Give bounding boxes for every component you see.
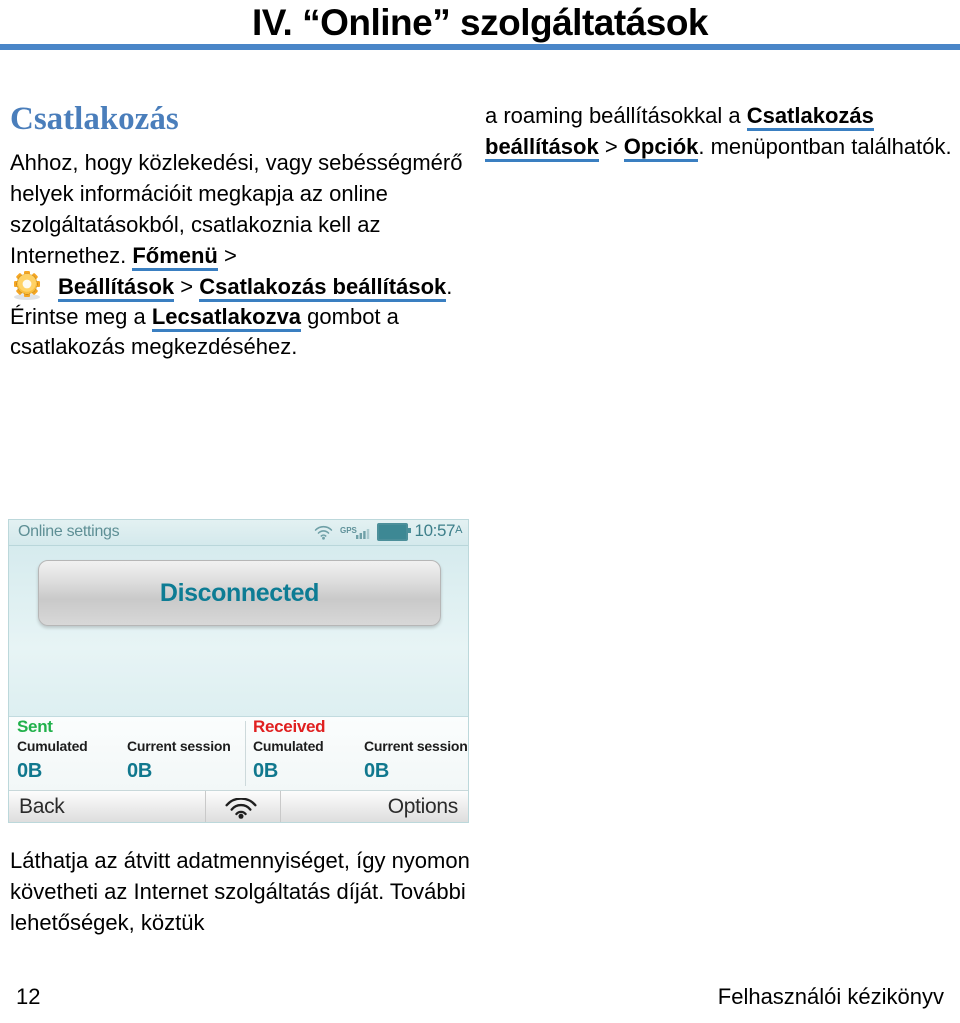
bottom-bar-divider-right [280, 791, 281, 822]
link-csatlakozas-beallitasok[interactable]: Csatlakozás beállítások [199, 274, 447, 302]
paragraph-connect-intro: Ahhoz, hogy közlekedési, vagy sebésségmé… [10, 147, 470, 271]
section-heading-csatlakozas: Csatlakozás [10, 101, 179, 137]
stat-value: 0B [364, 760, 389, 782]
stat-label: Cumulated [17, 738, 88, 754]
paragraph-roaming: a roaming beállításokkal a Csatlakozás b… [485, 100, 955, 162]
svg-text:GPS: GPS [340, 526, 358, 535]
separator-chevron: > [598, 134, 624, 159]
stat-value: 0B [253, 760, 278, 782]
phone-status-time-value: 10:57 [414, 521, 456, 540]
left-column: Csatlakozás Ahhoz, hogy közlekedési, vag… [10, 100, 470, 362]
link-beallitasok[interactable]: Beállítások [58, 274, 175, 302]
phone-screen-title: Online settings [18, 523, 120, 540]
link-opciok[interactable]: Opciók [623, 134, 699, 162]
phone-status-time: 10:57A [414, 521, 463, 541]
back-button[interactable]: Back [19, 795, 65, 819]
stat-column-sent-cumulated: Sent Cumulated 0B [17, 717, 88, 783]
paragraph-data-usage: Láthatja az átvitt adatmennyiséget, így … [10, 848, 470, 935]
page-number: 12 [16, 984, 41, 1009]
stat-group-spacer [364, 717, 468, 738]
bottom-paragraph-block: Láthatja az átvitt adatmennyiséget, így … [10, 845, 480, 938]
phone-status-bar: Online settings GPS 10:57A [9, 520, 468, 546]
right-column: a roaming beállításokkal a Csatlakozás b… [485, 100, 955, 162]
stat-group-label-received: Received [253, 717, 326, 736]
wifi-icon [314, 525, 333, 540]
gps-signal-icon: GPS [340, 525, 370, 540]
phone-data-stats: Sent Cumulated 0B Current session 0B Rec… [9, 717, 468, 791]
stat-column-received-cumulated: Received Cumulated 0B [253, 717, 326, 783]
link-fomenu[interactable]: Főmenü [132, 243, 218, 271]
stat-label: Current session [364, 738, 468, 754]
wifi-icon[interactable] [224, 797, 258, 819]
stat-column-received-current-session: Current session 0B [364, 717, 468, 783]
paragraph-text-run: a roaming beállításokkal a [485, 103, 747, 128]
stat-label: Current session [127, 738, 231, 754]
phone-screenshot-figure: Online settings GPS 10:57A Disconnected … [8, 519, 469, 823]
paragraph-connect-steps: Beállítások > Csatlakozás beállítások. É… [10, 271, 470, 362]
stat-value: 0B [17, 760, 42, 782]
separator-chevron-2: > [174, 274, 200, 299]
stat-column-sent-current-session: Current session 0B [127, 717, 231, 783]
gear-icon [10, 271, 44, 301]
separator-chevron: > [217, 243, 237, 268]
options-button[interactable]: Options [388, 795, 459, 819]
stat-group-label-sent: Sent [17, 717, 53, 736]
phone-status-icon-group: GPS 10:57A [314, 521, 463, 542]
stat-label: Cumulated [253, 738, 324, 754]
link-lecsatlakozva[interactable]: Lecsatlakozva [151, 304, 302, 332]
title-divider-rule [0, 44, 960, 50]
footer-label: Felhasználói kézikönyv [717, 984, 944, 1009]
stats-vertical-divider [245, 721, 246, 786]
paragraph-text-run-2: . menüpontban találhatók. [698, 134, 952, 159]
stat-group-spacer [127, 717, 231, 738]
phone-status-ampm: A [455, 524, 462, 536]
battery-icon [376, 523, 411, 541]
stat-value: 0B [127, 760, 152, 782]
phone-bottom-bar: Back Options [9, 791, 468, 822]
connection-status-button[interactable]: Disconnected [38, 560, 441, 626]
connection-status-label: Disconnected [159, 578, 320, 607]
page-title: IV. “Online” szolgáltatások [252, 2, 709, 43]
bottom-bar-divider-left [205, 791, 206, 822]
phone-main-area: Disconnected [9, 546, 468, 717]
